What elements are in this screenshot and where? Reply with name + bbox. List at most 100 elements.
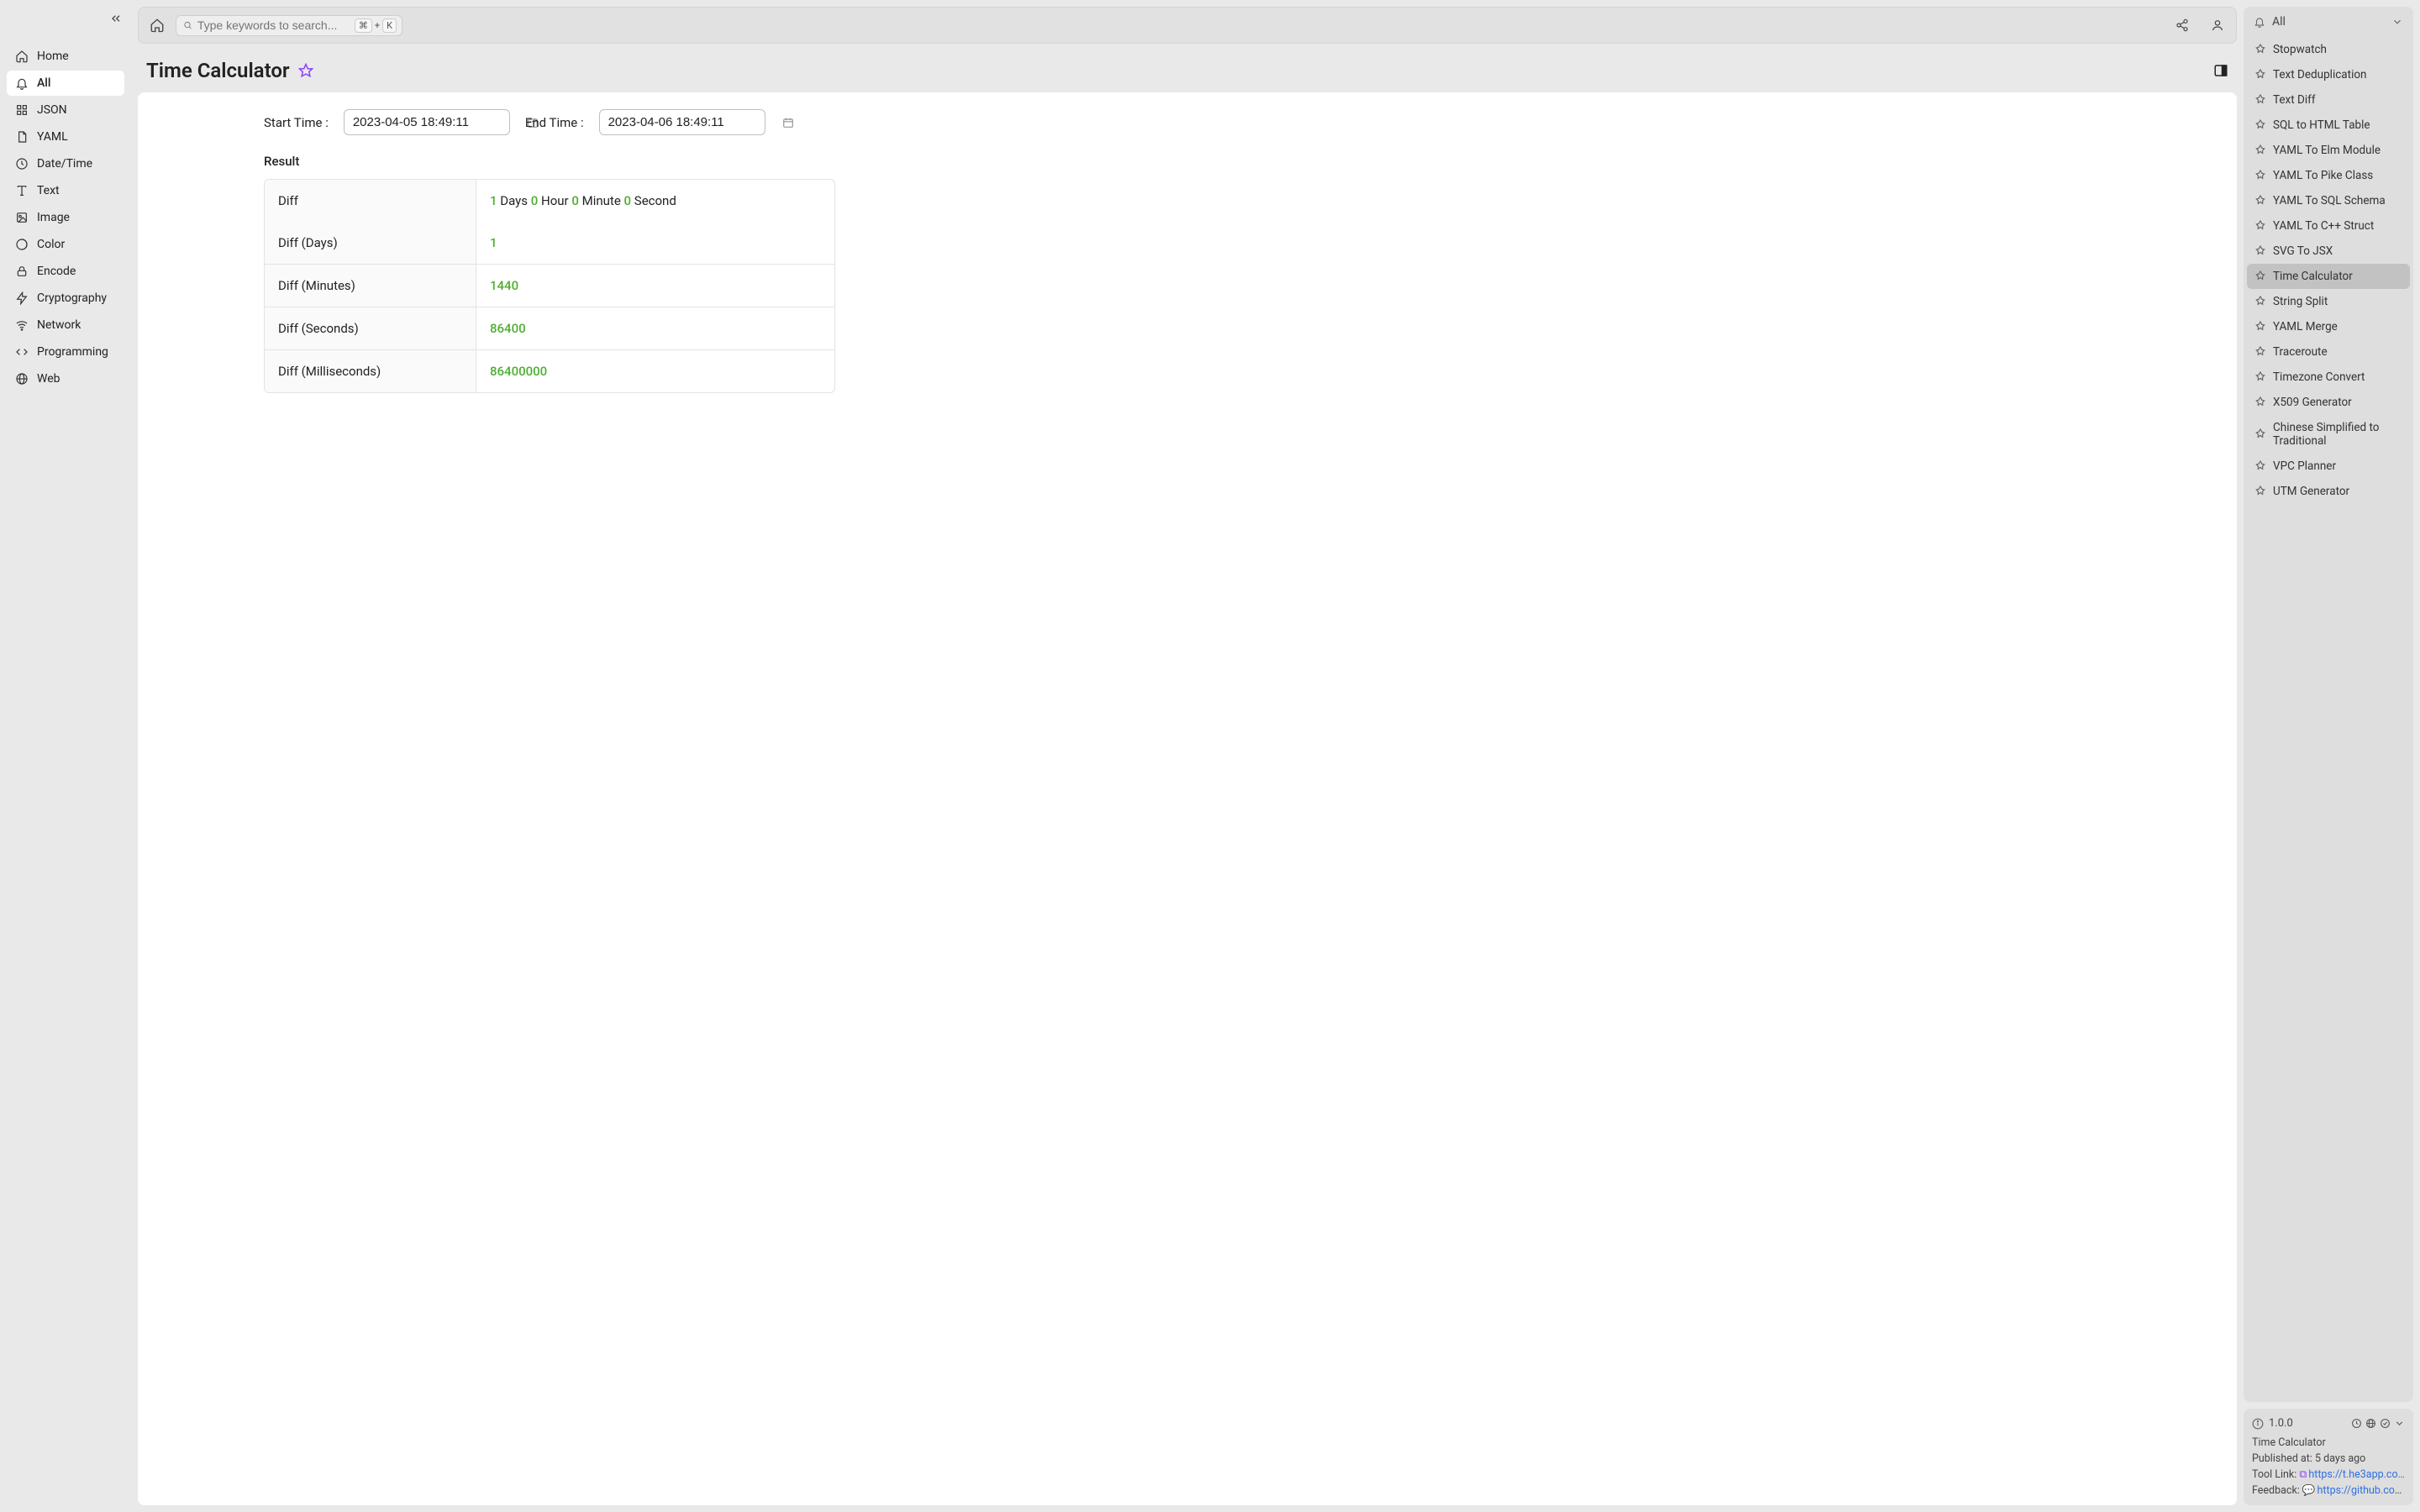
tool-link[interactable]: https://t.he3app.co… bbox=[2308, 1468, 2405, 1481]
home-button[interactable] bbox=[147, 15, 167, 35]
nav-item-label: YAML bbox=[37, 130, 68, 144]
tool-item-text-deduplication[interactable]: Text Deduplication bbox=[2247, 62, 2410, 87]
result-cell-value: 1440 bbox=[476, 265, 834, 307]
pin-icon bbox=[2254, 459, 2267, 473]
result-cell-label: Diff (Seconds) bbox=[265, 307, 476, 350]
tool-list[interactable]: Stopwatch Text Deduplication Text Diff SQL … bbox=[2244, 37, 2413, 1402]
result-cell-label: Diff bbox=[265, 180, 476, 222]
nav-item-cryptography[interactable]: Cryptography bbox=[7, 286, 124, 311]
favorite-button[interactable] bbox=[298, 63, 313, 78]
tools-category-dropdown[interactable]: All bbox=[2244, 7, 2413, 37]
sidebar-collapse-button[interactable] bbox=[109, 12, 123, 25]
nav-item-color[interactable]: Color bbox=[7, 232, 124, 257]
tool-item-label: Text Deduplication bbox=[2273, 68, 2367, 81]
tool-item-yaml-to-c-struct[interactable]: YAML To C++ Struct bbox=[2247, 213, 2410, 239]
tool-item-yaml-to-elm-module[interactable]: YAML To Elm Module bbox=[2247, 138, 2410, 163]
pin-icon bbox=[2254, 295, 2267, 308]
nav-item-all[interactable]: All bbox=[7, 71, 124, 96]
tool-item-utm-generator[interactable]: UTM Generator bbox=[2247, 479, 2410, 504]
pin-icon bbox=[2254, 370, 2267, 384]
nav-item-yaml[interactable]: YAML bbox=[7, 124, 124, 150]
result-cell-value: 1 Days 0 Hour 0 Minute 0 Second bbox=[476, 180, 834, 222]
result-row-diff: Diff 1 Days 0 Hour 0 Minute 0 Second bbox=[265, 180, 834, 222]
tool-item-svg-to-jsx[interactable]: SVG To JSX bbox=[2247, 239, 2410, 264]
result-row: Diff (Minutes)1440 bbox=[265, 265, 834, 307]
topbar: ⌘ + K bbox=[138, 7, 2237, 44]
tool-item-traceroute[interactable]: Traceroute bbox=[2247, 339, 2410, 365]
feedback-link[interactable]: https://github.com/… bbox=[2317, 1484, 2406, 1497]
pin-icon bbox=[2254, 270, 2267, 283]
clock-icon[interactable] bbox=[2351, 1418, 2362, 1429]
content-card: Start Time : End Time : Result Diff bbox=[138, 92, 2237, 1505]
account-button[interactable] bbox=[2207, 15, 2228, 35]
nav-item-web[interactable]: Web bbox=[7, 366, 124, 391]
end-time-input-wrap[interactable] bbox=[599, 109, 765, 135]
grid-icon bbox=[15, 103, 29, 117]
nav-item-date-time[interactable]: Date/Time bbox=[7, 151, 124, 176]
tool-item-label: YAML Merge bbox=[2273, 320, 2338, 333]
bolt-icon bbox=[15, 291, 29, 305]
tool-item-yaml-to-pike-class[interactable]: YAML To Pike Class bbox=[2247, 163, 2410, 188]
tool-item-yaml-to-sql-schema[interactable]: YAML To SQL Schema bbox=[2247, 188, 2410, 213]
share-icon bbox=[2175, 18, 2189, 32]
page-header: Time Calculator bbox=[138, 44, 2237, 92]
nav-item-network[interactable]: Network bbox=[7, 312, 124, 338]
nav-item-label: Encode bbox=[37, 265, 76, 278]
tool-item-yaml-merge[interactable]: YAML Merge bbox=[2247, 314, 2410, 339]
nav-item-label: Color bbox=[37, 238, 65, 251]
toggle-right-panel-button[interactable] bbox=[2213, 63, 2228, 78]
kbd-plus: + bbox=[375, 20, 380, 31]
nav-item-label: Network bbox=[37, 318, 81, 332]
end-time-input[interactable] bbox=[608, 115, 776, 129]
pin-icon bbox=[2254, 345, 2267, 359]
nav-item-label: JSON bbox=[37, 103, 67, 117]
nav-item-label: Text bbox=[37, 184, 60, 197]
end-time-label: End Time : bbox=[525, 115, 584, 130]
tool-item-chinese-simplified-to-traditional[interactable]: Chinese Simplified to Traditional bbox=[2247, 415, 2410, 454]
nav-item-encode[interactable]: Encode bbox=[7, 259, 124, 284]
user-icon bbox=[2211, 18, 2224, 32]
result-row: Diff (Days)1 bbox=[265, 222, 834, 265]
chevron-down-icon[interactable] bbox=[2394, 1418, 2405, 1429]
start-time-input-wrap[interactable] bbox=[344, 109, 510, 135]
tool-item-label: YAML To Elm Module bbox=[2273, 144, 2381, 157]
tool-item-sql-to-html-table[interactable]: SQL to HTML Table bbox=[2247, 113, 2410, 138]
nav-item-label: Web bbox=[37, 372, 60, 386]
pin-icon bbox=[2254, 244, 2267, 258]
tool-item-string-split[interactable]: String Split bbox=[2247, 289, 2410, 314]
check-circle-icon[interactable] bbox=[2380, 1418, 2391, 1429]
palette-icon bbox=[15, 238, 29, 251]
globe-icon[interactable] bbox=[2365, 1418, 2376, 1429]
wifi-icon bbox=[15, 318, 29, 332]
pin-icon bbox=[2254, 485, 2267, 498]
nav-item-text[interactable]: Text bbox=[7, 178, 124, 203]
pin-icon bbox=[2254, 169, 2267, 182]
start-time-label: Start Time : bbox=[264, 115, 329, 130]
tool-item-label: Time Calculator bbox=[2273, 270, 2353, 283]
sidebar-right: All Stopwatch Text Deduplication Text Diff… bbox=[2244, 0, 2420, 1512]
tool-item-label: YAML To C++ Struct bbox=[2273, 219, 2374, 233]
nav-item-programming[interactable]: Programming bbox=[7, 339, 124, 365]
share-button[interactable] bbox=[2172, 15, 2192, 35]
tool-item-timezone-convert[interactable]: Timezone Convert bbox=[2247, 365, 2410, 390]
tool-item-x509-generator[interactable]: X509 Generator bbox=[2247, 390, 2410, 415]
tool-item-label: SQL to HTML Table bbox=[2273, 118, 2370, 132]
search-box[interactable]: ⌘ + K bbox=[176, 15, 402, 36]
tool-item-label: Chinese Simplified to Traditional bbox=[2273, 421, 2403, 448]
search-input[interactable] bbox=[197, 18, 350, 32]
tool-item-time-calculator[interactable]: Time Calculator bbox=[2247, 264, 2410, 289]
nav-item-label: All bbox=[37, 76, 50, 90]
start-time-input[interactable] bbox=[353, 115, 520, 129]
tool-item-text-diff[interactable]: Text Diff bbox=[2247, 87, 2410, 113]
code-icon bbox=[15, 345, 29, 359]
doc-icon bbox=[15, 130, 29, 144]
tool-item-label: Traceroute bbox=[2273, 345, 2328, 359]
main-column: ⌘ + K Time Calculator Start Time : bbox=[131, 0, 2244, 1512]
tool-item-label: YAML To Pike Class bbox=[2273, 169, 2373, 182]
nav-item-json[interactable]: JSON bbox=[7, 97, 124, 123]
nav-item-home[interactable]: Home bbox=[7, 44, 124, 69]
nav-item-image[interactable]: Image bbox=[7, 205, 124, 230]
tool-item-stopwatch[interactable]: Stopwatch bbox=[2247, 37, 2410, 62]
globe-icon bbox=[15, 372, 29, 386]
tool-item-vpc-planner[interactable]: VPC Planner bbox=[2247, 454, 2410, 479]
